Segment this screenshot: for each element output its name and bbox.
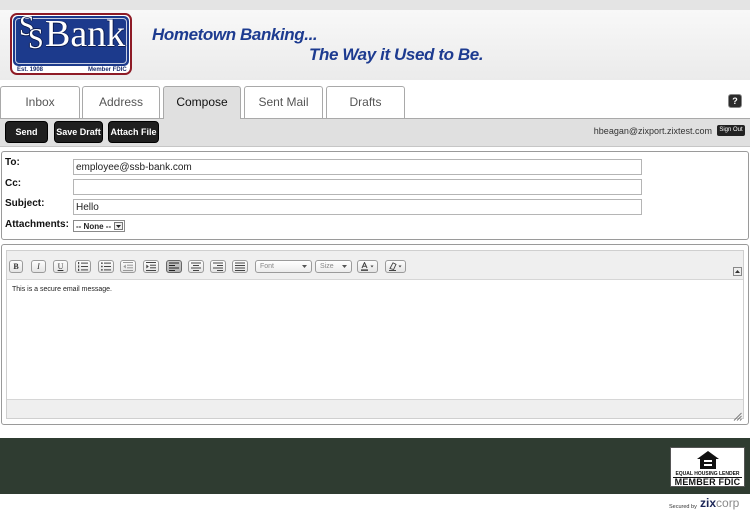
- italic-button[interactable]: I: [31, 260, 46, 273]
- justify-button[interactable]: [232, 260, 248, 273]
- font-select-label: Font: [260, 263, 275, 270]
- indent-button[interactable]: [143, 260, 159, 273]
- chevron-up-icon: [735, 270, 740, 273]
- cc-label: Cc:: [5, 178, 22, 189]
- tab-label: Sent Mail: [258, 95, 309, 109]
- to-field[interactable]: [73, 159, 642, 175]
- italic-icon: I: [37, 262, 40, 271]
- resize-grip-icon: [733, 412, 742, 421]
- chevron-down-icon: [302, 265, 307, 268]
- logo-established: Est. 1908: [17, 67, 44, 73]
- message-body-text[interactable]: This is a secure email message.: [12, 285, 112, 294]
- logo-member-fdic: Member FDIC: [88, 67, 127, 73]
- align-left-icon: [169, 262, 179, 271]
- subject-field[interactable]: [73, 199, 642, 215]
- size-select-label: Size: [320, 263, 334, 270]
- tab-label: Address: [98, 95, 144, 109]
- site-footer: [0, 438, 750, 494]
- sign-out-button[interactable]: Sign Out: [717, 125, 745, 136]
- ssb-bank-logo: S S Bank Est. 1908 Member FDIC: [10, 13, 132, 75]
- attach-file-button[interactable]: Attach File: [108, 121, 159, 143]
- message-body-area[interactable]: [7, 279, 743, 400]
- logo-emblem: S S Bank: [13, 16, 129, 66]
- text-color-icon: [360, 262, 373, 271]
- attachments-select[interactable]: -- None --: [73, 220, 125, 232]
- size-select[interactable]: Size: [315, 260, 352, 273]
- underline-icon: U: [57, 262, 64, 271]
- top-strip: [0, 0, 750, 10]
- align-center-button[interactable]: [188, 260, 204, 273]
- chevron-down-icon: [342, 265, 347, 268]
- equal-housing-icon: [697, 451, 719, 469]
- zixcorp-logo: zixcorp: [700, 497, 739, 510]
- ordered-list-button[interactable]: [75, 260, 91, 273]
- attachments-selected-value: -- None --: [76, 222, 112, 231]
- unordered-list-button[interactable]: [98, 260, 114, 273]
- tab-drafts[interactable]: Drafts: [326, 86, 405, 118]
- background-color-icon: [388, 262, 401, 271]
- background-color-button[interactable]: [385, 260, 406, 273]
- to-label: To:: [5, 157, 20, 168]
- equal-housing-lender-badge: EQUAL HOUSING LENDER MEMBER FDIC: [670, 447, 745, 487]
- user-email: hbeagan@zixport.zixtest.com: [593, 126, 712, 136]
- chevron-down-icon: [114, 222, 123, 230]
- tab-sent-mail[interactable]: Sent Mail: [244, 86, 323, 118]
- tab-label: Inbox: [25, 95, 55, 109]
- secure-mail-app: S S Bank Est. 1908 Member FDIC Hometown …: [0, 0, 750, 512]
- resize-handle[interactable]: [733, 408, 742, 421]
- subject-label: Subject:: [5, 198, 45, 209]
- bold-button[interactable]: B: [9, 260, 23, 273]
- member-fdic-text: MEMBER FDIC: [673, 477, 742, 487]
- tagline-line-1: Hometown Banking...: [152, 25, 318, 44]
- corp-wordmark: corp: [716, 496, 740, 510]
- justify-icon: [235, 262, 245, 271]
- logo-mark-s2: S: [28, 24, 44, 55]
- cc-field[interactable]: [73, 179, 642, 195]
- tab-compose[interactable]: Compose: [163, 86, 241, 119]
- tab-address[interactable]: Address: [82, 86, 160, 118]
- send-button[interactable]: Send: [5, 121, 48, 143]
- outdent-icon: [123, 262, 133, 271]
- align-right-icon: [213, 262, 223, 271]
- outdent-button[interactable]: [120, 260, 136, 273]
- save-draft-button[interactable]: Save Draft: [54, 121, 103, 143]
- tab-label: Drafts: [349, 95, 382, 109]
- help-icon: ?: [732, 96, 738, 106]
- site-header: S S Bank Est. 1908 Member FDIC Hometown …: [0, 10, 750, 80]
- font-select[interactable]: Font: [255, 260, 312, 273]
- text-color-button[interactable]: [357, 260, 378, 273]
- align-left-button[interactable]: [166, 260, 182, 273]
- ordered-list-icon: [78, 262, 88, 271]
- bold-icon: B: [13, 262, 19, 271]
- logo-word: Bank: [45, 16, 126, 55]
- indent-icon: [146, 262, 156, 271]
- tagline-line-2: The Way it Used to Be.: [309, 45, 484, 64]
- tab-inbox[interactable]: Inbox: [0, 86, 80, 118]
- align-right-button[interactable]: [210, 260, 226, 273]
- align-center-icon: [191, 262, 201, 271]
- help-button[interactable]: ?: [728, 94, 742, 108]
- unordered-list-icon: [101, 262, 111, 271]
- underline-button[interactable]: U: [53, 260, 68, 273]
- zix-wordmark: zix: [700, 496, 717, 510]
- collapse-toolbar-button[interactable]: [733, 267, 742, 276]
- attachments-label: Attachments:: [5, 219, 69, 230]
- secured-by-text: Secured by: [669, 504, 697, 510]
- tab-label: Compose: [176, 95, 228, 109]
